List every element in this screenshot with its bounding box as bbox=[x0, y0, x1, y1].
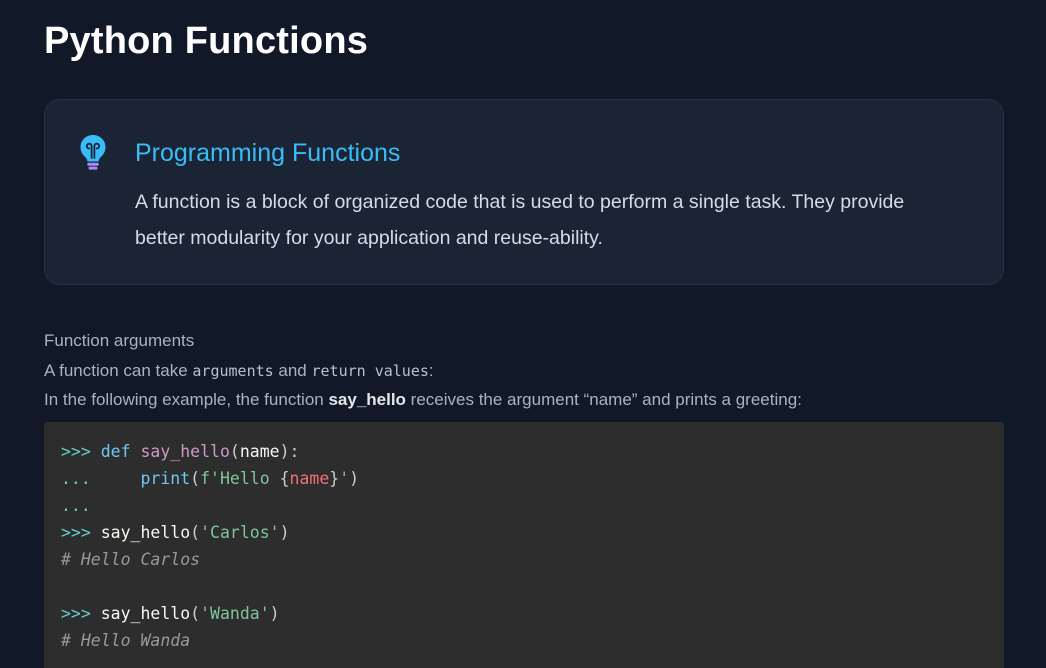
function-name-bold: say_hello bbox=[328, 390, 406, 409]
code-token-interp: name bbox=[289, 469, 330, 488]
code-token-punct: ( bbox=[190, 469, 201, 488]
code-token-comment: # Hello Wanda bbox=[61, 631, 191, 650]
page: Python Functions Programming Functions A… bbox=[0, 0, 1046, 668]
code-token-punct: } bbox=[329, 469, 340, 488]
code-token-prompt: >>> bbox=[61, 442, 101, 461]
example-text-suffix: receives the argument “name” and prints … bbox=[405, 390, 802, 409]
section-heading: Function arguments bbox=[44, 331, 195, 350]
code-line: # Hello Carlos bbox=[61, 546, 1004, 573]
code-block[interactable]: >>> def say_hello(name):... print(f'Hell… bbox=[44, 422, 1004, 668]
code-token-punct: ( bbox=[229, 442, 240, 461]
code-token-str: 'Carlos' bbox=[200, 523, 280, 542]
code-token-str: 'Wanda' bbox=[200, 604, 270, 623]
code-token-comment: # Hello Carlos bbox=[61, 550, 201, 569]
code-token-punct: ) bbox=[269, 604, 280, 623]
code-line: ... print(f'Hello {name}') bbox=[61, 465, 1004, 492]
code-token-punct: ) bbox=[279, 523, 290, 542]
code-token-kw: def bbox=[100, 442, 131, 461]
section-example-description: In the following example, the function s… bbox=[44, 385, 1004, 415]
section-intro: A function can take arguments and return… bbox=[44, 356, 1004, 386]
code-token-prompt: >>> bbox=[61, 604, 101, 623]
code-token-builtin: print bbox=[140, 469, 191, 488]
lightbulb-icon bbox=[80, 135, 106, 170]
code-token-punct: { bbox=[279, 469, 290, 488]
code-token-prompt: >>> bbox=[61, 523, 101, 542]
callout-body: A function is a block of organized code … bbox=[135, 191, 905, 249]
inline-code-return-values: return values bbox=[311, 361, 429, 380]
code-token-punct: ) bbox=[349, 469, 360, 488]
code-line: >>> say_hello('Carlos') bbox=[61, 519, 1004, 546]
info-callout: Programming Functions A function is a bl… bbox=[44, 99, 1004, 285]
code-token-punct: ( bbox=[190, 604, 201, 623]
code-line: ... bbox=[61, 492, 1004, 519]
callout-title: Programming Functions bbox=[135, 139, 401, 167]
code-token-punct: ( bbox=[190, 523, 201, 542]
code-line: # Hello Wanda bbox=[61, 627, 1004, 654]
inline-code-arguments: arguments bbox=[192, 361, 274, 380]
code-token-prompt: ... bbox=[61, 496, 91, 515]
function-arguments-section: Function arguments A function can take a… bbox=[44, 326, 1004, 415]
page-title: Python Functions bbox=[44, 20, 369, 62]
example-text: In the following example, the function bbox=[44, 390, 329, 409]
code-line: >>> say_hello('Wanda') bbox=[61, 600, 1004, 627]
code-token-prompt: ... bbox=[61, 469, 141, 488]
code-token-str: ' bbox=[339, 469, 350, 488]
code-line: >>> def say_hello(name): bbox=[61, 438, 1004, 465]
code-token-plain: say_hello bbox=[100, 523, 191, 542]
intro-text-suffix: : bbox=[428, 360, 434, 380]
code-token-plain: name bbox=[239, 442, 280, 461]
code-token-str: f'Hello bbox=[200, 469, 280, 488]
intro-text-mid: and bbox=[273, 360, 312, 380]
intro-text: A function can take bbox=[44, 360, 193, 380]
code-token-punct: ): bbox=[279, 442, 300, 461]
code-token-plain: say_hello bbox=[100, 604, 191, 623]
code-token-fn: say_hello bbox=[140, 442, 230, 461]
